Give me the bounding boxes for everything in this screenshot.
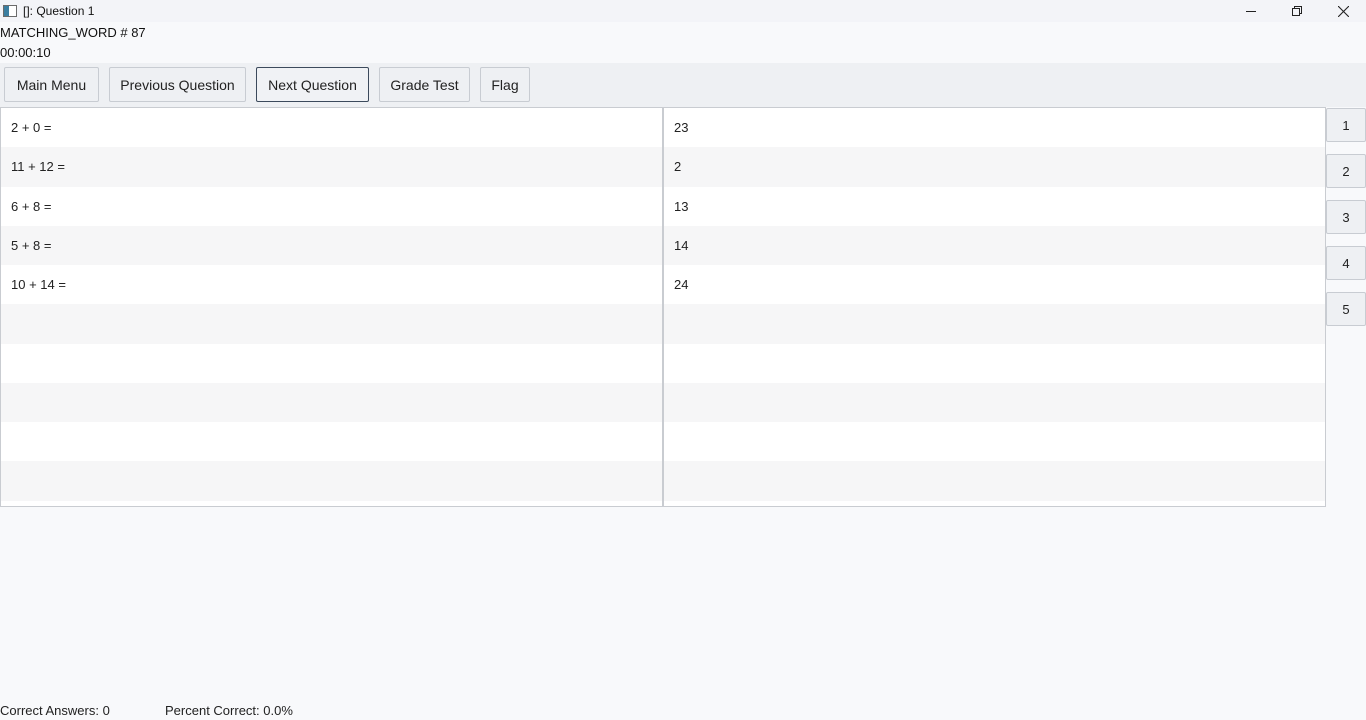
answer-item[interactable]: 13 bbox=[664, 187, 1325, 226]
empty-row bbox=[664, 344, 1325, 383]
empty-row bbox=[664, 422, 1325, 461]
timer: 00:00:10 bbox=[0, 45, 51, 60]
main-menu-button[interactable]: Main Menu bbox=[4, 67, 99, 102]
questions-list[interactable]: 2 + 0 = 11 + 12 = 6 + 8 = 5 + 8 = 10 + 1… bbox=[0, 107, 663, 507]
answer-item[interactable]: 24 bbox=[664, 265, 1325, 304]
empty-row bbox=[1, 344, 662, 383]
window-controls bbox=[1228, 0, 1366, 22]
flag-button[interactable]: Flag bbox=[480, 67, 530, 102]
quiz-label: MATCHING_WORD # 87 bbox=[0, 25, 146, 40]
question-item[interactable]: 2 + 0 = bbox=[1, 108, 662, 147]
percent-correct-label: Percent Correct: 0.0% bbox=[165, 703, 293, 718]
question-nav-button-1[interactable]: 1 bbox=[1326, 108, 1366, 142]
empty-row bbox=[1, 382, 662, 422]
previous-question-button[interactable]: Previous Question bbox=[109, 67, 246, 102]
title-bar: []: Question 1 bbox=[0, 0, 1366, 22]
question-item[interactable]: 5 + 8 = bbox=[1, 225, 662, 265]
empty-row bbox=[664, 304, 1325, 344]
question-nav-button-2[interactable]: 2 bbox=[1326, 154, 1366, 188]
restore-icon bbox=[1292, 6, 1302, 16]
empty-row bbox=[1, 304, 662, 344]
minimize-icon bbox=[1246, 11, 1256, 12]
question-nav-button-4[interactable]: 4 bbox=[1326, 246, 1366, 280]
empty-row bbox=[664, 382, 1325, 422]
close-button[interactable] bbox=[1320, 0, 1366, 22]
toolbar: Main Menu Previous Question Next Questio… bbox=[0, 63, 1366, 107]
correct-answers-label: Correct Answers: 0 bbox=[0, 703, 110, 718]
question-nav-button-3[interactable]: 3 bbox=[1326, 200, 1366, 234]
question-item[interactable]: 6 + 8 = bbox=[1, 187, 662, 226]
window-title: []: Question 1 bbox=[23, 4, 95, 18]
question-item[interactable]: 11 + 12 = bbox=[1, 147, 662, 187]
app-icon bbox=[3, 5, 17, 17]
answer-item[interactable]: 2 bbox=[664, 147, 1325, 187]
next-question-button[interactable]: Next Question bbox=[256, 67, 369, 102]
minimize-button[interactable] bbox=[1228, 0, 1274, 22]
close-icon bbox=[1337, 5, 1349, 17]
empty-row bbox=[1, 461, 662, 501]
answer-item[interactable]: 14 bbox=[664, 225, 1325, 265]
answers-list[interactable]: 23 2 13 14 24 bbox=[663, 107, 1326, 507]
empty-row bbox=[664, 461, 1325, 501]
question-item[interactable]: 10 + 14 = bbox=[1, 265, 662, 304]
empty-row bbox=[1, 422, 662, 461]
restore-button[interactable] bbox=[1274, 0, 1320, 22]
answer-item[interactable]: 23 bbox=[664, 108, 1325, 147]
question-nav-button-5[interactable]: 5 bbox=[1326, 292, 1366, 326]
grade-test-button[interactable]: Grade Test bbox=[379, 67, 470, 102]
